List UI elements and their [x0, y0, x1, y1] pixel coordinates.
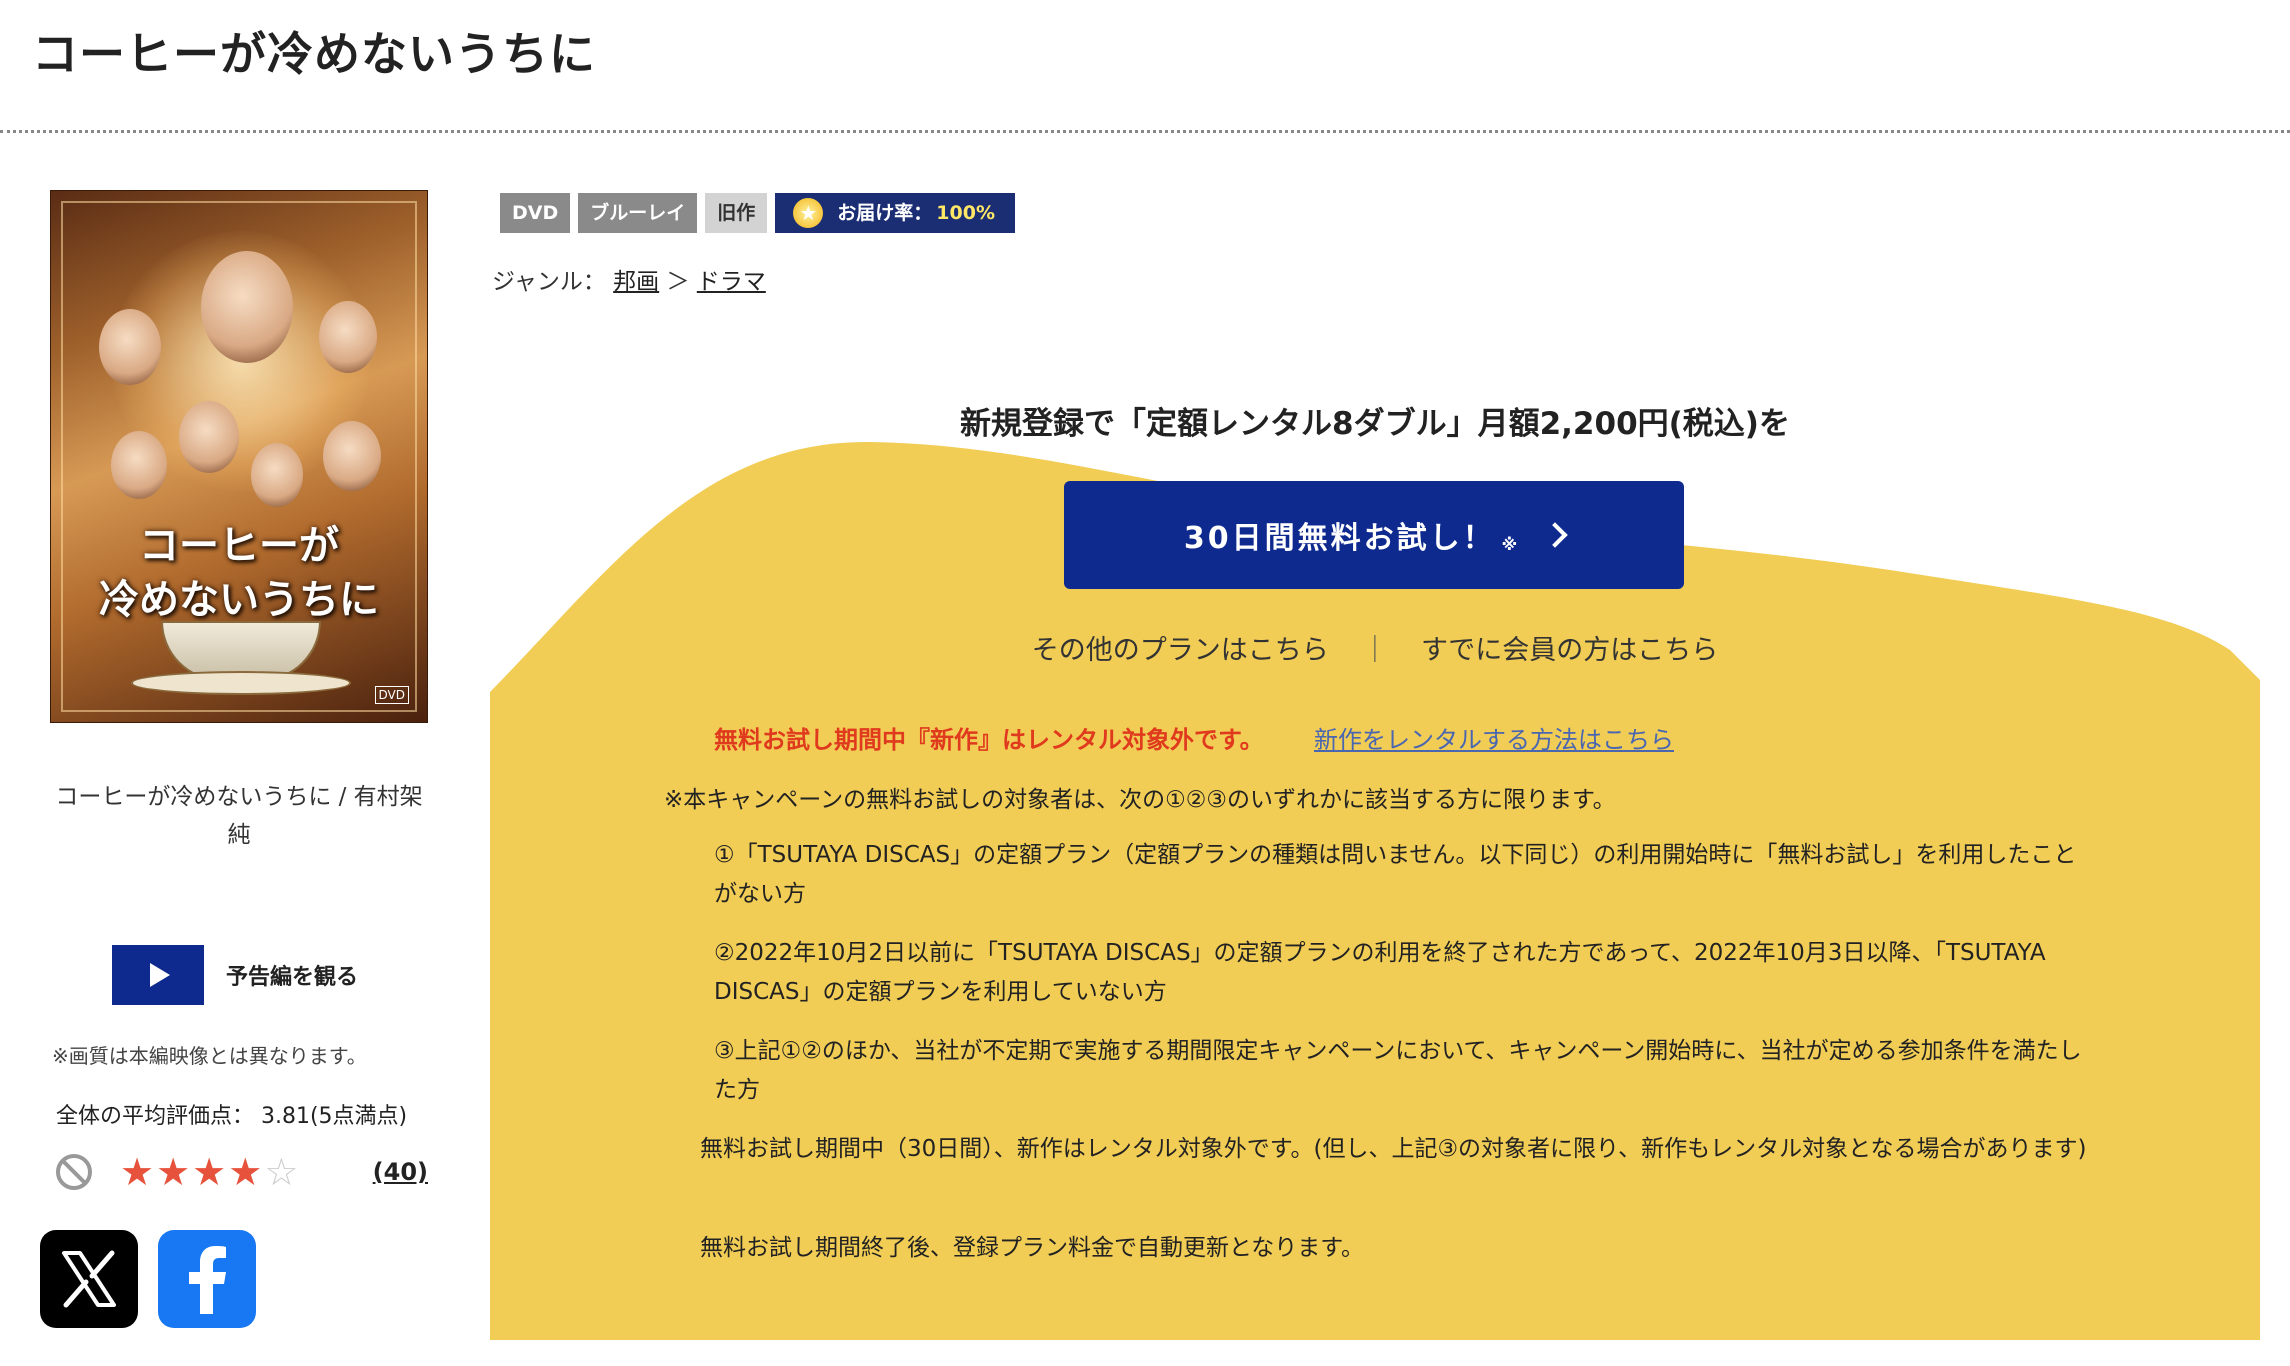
poster-title: コーヒーが 冷めないうちに	[51, 519, 427, 627]
facebook-share-button[interactable]	[158, 1230, 256, 1328]
delivery-rate-value: 100%	[936, 202, 995, 224]
review-count-link[interactable]: (40)	[373, 1158, 428, 1186]
delivery-rate-label: お届け率：	[837, 202, 933, 224]
rating-row: ★ ★ ★ ★ ☆ (40)	[56, 1150, 428, 1194]
average-rating: 全体の平均評価点： 3.81(5点満点)	[56, 1104, 408, 1129]
star-empty-icon[interactable]: ☆	[264, 1152, 298, 1192]
genre-breadcrumb: ジャンル： 邦画 ＞ ドラマ	[492, 262, 766, 296]
product-tags: DVD ブルーレイ 旧作 ★ お届け率： 100%	[500, 193, 1015, 233]
delivery-rate-badge: ★ お届け率： 100%	[775, 193, 1015, 233]
play-icon[interactable]	[112, 945, 204, 1005]
poster-saucer	[131, 671, 351, 695]
review-count[interactable]: (40)	[373, 1158, 428, 1186]
link-divider: ｜	[1361, 635, 1389, 666]
rating-stars[interactable]: ★ ★ ★ ★ ☆	[120, 1152, 300, 1192]
x-share-button[interactable]	[40, 1230, 138, 1328]
plan-links: その他のプランはこちら ｜ すでに会員の方はこちら	[490, 628, 2260, 667]
genre-separator: ＞	[666, 269, 690, 295]
genre-link-drama[interactable]: ドラマ	[697, 269, 766, 295]
star-filled-icon[interactable]: ★	[156, 1152, 190, 1192]
free-trial-label[interactable]: 30日間無料お試し！	[1184, 513, 1496, 557]
poster-face	[99, 309, 161, 385]
new-release-warning: 無料お試し期間中『新作』はレンタル対象外です。	[714, 726, 1264, 754]
campaign-terms-intro: ※本キャンペーンの無料お試しの対象者は、次の①②③のいずれかに該当する方に限りま…	[664, 787, 1616, 813]
existing-member-link[interactable]: すでに会員の方はこちら	[1421, 635, 1718, 666]
tag-old-release: 旧作	[705, 193, 768, 233]
star-filled-icon[interactable]: ★	[192, 1152, 226, 1192]
star-medal-icon: ★	[793, 198, 824, 228]
condition-item: ③上記①②のほか、当社が不定期で実施する期間限定キャンペーンにおいて、キャンペー…	[714, 1038, 2082, 1103]
genre-label: ジャンル：	[492, 269, 606, 295]
genre-link-japanese-film[interactable]: 邦画	[613, 269, 659, 295]
not-interested-icon[interactable]	[56, 1154, 92, 1190]
other-plans-link[interactable]: その他のプランはこちら	[1032, 635, 1329, 666]
star-filled-icon[interactable]: ★	[120, 1152, 154, 1192]
condition-item: ②2022年10月2日以前に「TSUTAYA DISCAS」の定額プランの利用を…	[714, 940, 2046, 1005]
x-logo-icon	[62, 1250, 116, 1308]
poster-face	[201, 251, 293, 363]
poster-face	[111, 431, 167, 499]
condition-item: ①「TSUTAYA DISCAS」の定額プラン（定額プランの種類は問いません。以…	[714, 842, 2077, 907]
trial-note: 無料お試し期間終了後、登録プラン料金で自動更新となります。	[700, 1235, 1365, 1261]
tag-dvd: DVD	[500, 193, 571, 233]
free-trial-mark: ※	[1501, 534, 1521, 554]
poster-title-line1: コーヒーが	[139, 522, 339, 569]
product-name: コーヒーが冷めないうちに / 有村架純	[55, 784, 423, 848]
free-trial-button[interactable]: 30日間無料お試し！ ※	[1064, 481, 1684, 589]
product-poster[interactable]: コーヒーが 冷めないうちに DVD	[50, 190, 428, 723]
promo-headline: 新規登録で「定額レンタル8ダブル」月額2,200円(税込)を	[960, 406, 1790, 442]
poster-title-line2: 冷めないうちに	[99, 576, 379, 623]
poster-face	[323, 421, 381, 491]
new-release-rental-link[interactable]: 新作をレンタルする方法はこちら	[1314, 720, 1674, 755]
poster-face	[179, 401, 239, 473]
poster-face	[251, 443, 303, 507]
tag-bluray: ブルーレイ	[578, 193, 698, 233]
trial-note: 無料お試し期間中（30日間）、新作はレンタル対象外です。(但し、上記③の対象者に…	[700, 1136, 2087, 1162]
poster-dvd-mark: DVD	[374, 686, 409, 704]
chevron-right-icon	[1542, 522, 1568, 548]
page-title: コーヒーが冷めないうちに	[32, 27, 596, 81]
trailer-button[interactable]: 予告編を観る	[112, 945, 358, 1005]
poster-face	[319, 301, 377, 373]
star-filled-icon[interactable]: ★	[228, 1152, 262, 1192]
trailer-note: ※画質は本編映像とは異なります。	[52, 1044, 367, 1068]
title-divider	[0, 130, 2290, 133]
trailer-label[interactable]: 予告編を観る	[226, 959, 358, 991]
facebook-logo-icon	[189, 1246, 226, 1314]
